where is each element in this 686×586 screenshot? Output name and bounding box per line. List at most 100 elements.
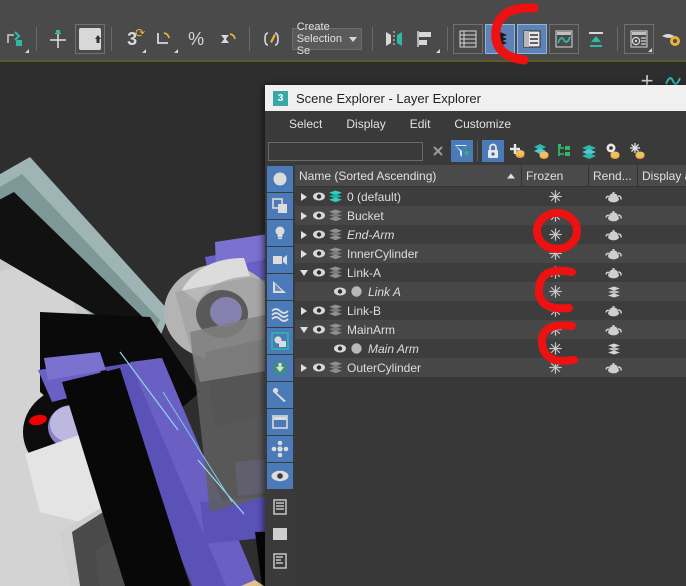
layer-explorer-list-icon[interactable] xyxy=(453,24,484,54)
row-name-cell[interactable]: MainArm xyxy=(295,320,522,339)
display-as-cell[interactable] xyxy=(638,263,686,282)
row-name-cell[interactable]: Link-A xyxy=(295,263,522,282)
search-input[interactable] xyxy=(268,141,423,161)
clear-search-icon[interactable] xyxy=(427,140,449,162)
freeze-layer-icon[interactable] xyxy=(626,140,648,162)
schematic-view-icon[interactable] xyxy=(581,24,611,54)
layers-icon[interactable] xyxy=(589,282,638,301)
groups-filter-icon[interactable] xyxy=(267,328,293,354)
align-icon[interactable] xyxy=(411,24,441,54)
teapot-icon[interactable] xyxy=(589,244,638,263)
menu-customize[interactable]: Customize xyxy=(442,114,523,134)
render-setup-icon[interactable] xyxy=(656,24,686,54)
teapot-icon[interactable] xyxy=(589,263,638,282)
chevron-right-icon[interactable] xyxy=(297,192,311,201)
xrefs-filter-icon[interactable] xyxy=(267,355,293,381)
select-and-move-icon[interactable] xyxy=(43,24,73,54)
space-warps-filter-icon[interactable] xyxy=(267,301,293,327)
set-current-layer-icon[interactable] xyxy=(578,140,600,162)
spinner-snap-icon[interactable] xyxy=(213,24,243,54)
display-as-cell[interactable] xyxy=(638,301,686,320)
eye-icon[interactable] xyxy=(311,191,327,202)
eye-icon[interactable] xyxy=(311,267,327,278)
chevron-right-icon[interactable] xyxy=(297,306,311,315)
display-as-cell[interactable] xyxy=(638,187,686,206)
geometry-filter-icon[interactable] xyxy=(267,166,293,192)
row-name-cell[interactable]: Link A xyxy=(295,282,522,301)
chevron-down-icon[interactable] xyxy=(297,326,311,333)
named-selection-icon[interactable] xyxy=(256,24,286,54)
frozen-toggle[interactable] xyxy=(522,320,589,339)
table-row[interactable]: Bucket xyxy=(295,206,686,225)
layer-list[interactable]: Name (Sorted Ascending) Frozen Rend... D… xyxy=(295,165,686,586)
shapes-filter-icon[interactable] xyxy=(267,193,293,219)
frozen-toggle[interactable] xyxy=(522,301,589,320)
display-none-icon[interactable] xyxy=(267,521,293,547)
teapot-icon[interactable] xyxy=(589,301,638,320)
eye-icon[interactable] xyxy=(311,305,327,316)
layers-icon[interactable] xyxy=(589,339,638,358)
column-display-as[interactable]: Display as xyxy=(638,165,686,186)
display-list-icon[interactable] xyxy=(267,548,293,574)
teapot-icon[interactable] xyxy=(589,187,638,206)
scene-explorer-layers-icon[interactable] xyxy=(485,24,516,54)
scene-explorer-window[interactable]: 3 Scene Explorer - Layer Explorer Select… xyxy=(265,85,686,586)
table-row[interactable]: OuterCylinder xyxy=(295,358,686,377)
three-icon[interactable]: 3 ⟳ xyxy=(117,24,147,54)
bones-filter-icon[interactable] xyxy=(267,382,293,408)
scene-explorer-titlebar[interactable]: 3 Scene Explorer - Layer Explorer xyxy=(265,85,686,111)
table-row[interactable]: Link-B xyxy=(295,301,686,320)
row-name-cell[interactable]: InnerCylinder xyxy=(295,244,522,263)
row-name-cell[interactable]: Main Arm xyxy=(295,339,522,358)
chevron-right-icon[interactable] xyxy=(297,363,311,372)
curve-editor-icon[interactable] xyxy=(549,24,580,54)
menu-select[interactable]: Select xyxy=(277,114,334,134)
row-name-cell[interactable]: OuterCylinder xyxy=(295,358,522,377)
visibility-filter-icon[interactable] xyxy=(267,463,293,489)
table-row[interactable]: MainArm xyxy=(295,320,686,339)
angle-snap-icon[interactable] xyxy=(149,24,179,54)
frozen-toggle[interactable] xyxy=(522,358,589,377)
chevron-right-icon[interactable] xyxy=(297,249,311,258)
column-renderable[interactable]: Rend... xyxy=(589,165,638,186)
table-row[interactable]: Link-A xyxy=(295,263,686,282)
eye-icon[interactable] xyxy=(311,248,327,259)
table-row[interactable]: Link A xyxy=(295,282,686,301)
display-as-cell[interactable] xyxy=(638,206,686,225)
frozen-toggle[interactable] xyxy=(522,339,589,358)
layer-explorer-icon[interactable] xyxy=(517,24,548,54)
add-layer-icon[interactable] xyxy=(506,140,528,162)
frozen-toggle[interactable] xyxy=(522,282,589,301)
mirror-icon[interactable] xyxy=(379,24,409,54)
eye-icon[interactable] xyxy=(311,324,327,335)
select-layer-children-icon[interactable] xyxy=(554,140,576,162)
display-as-cell[interactable] xyxy=(638,244,686,263)
chevron-right-icon[interactable] xyxy=(297,211,311,220)
eye-icon[interactable] xyxy=(311,210,327,221)
row-name-cell[interactable]: Bucket xyxy=(295,206,522,225)
select-object-icon[interactable] xyxy=(74,24,105,54)
teapot-icon[interactable] xyxy=(589,225,638,244)
lights-filter-icon[interactable] xyxy=(267,220,293,246)
helpers-filter-icon[interactable] xyxy=(267,274,293,300)
display-as-cell[interactable] xyxy=(638,225,686,244)
row-name-cell[interactable]: 0 (default) xyxy=(295,187,522,206)
select-and-link-icon[interactable] xyxy=(0,24,30,54)
eye-icon[interactable] xyxy=(332,286,348,297)
containers-filter-icon[interactable] xyxy=(267,409,293,435)
menu-edit[interactable]: Edit xyxy=(398,114,443,134)
chevron-right-icon[interactable] xyxy=(297,230,311,239)
row-name-cell[interactable]: Link-B xyxy=(295,301,522,320)
column-name[interactable]: Name (Sorted Ascending) xyxy=(295,165,522,186)
frozen-toggle[interactable] xyxy=(522,187,589,206)
table-row[interactable]: InnerCylinder xyxy=(295,244,686,263)
frozen-toggle[interactable] xyxy=(522,225,589,244)
teapot-icon[interactable] xyxy=(589,206,638,225)
particles-filter-icon[interactable] xyxy=(267,436,293,462)
add-selection-to-layer-icon[interactable] xyxy=(530,140,552,162)
advanced-filter-icon[interactable] xyxy=(267,579,293,586)
table-row[interactable]: Main Arm xyxy=(295,339,686,358)
display-as-cell[interactable] xyxy=(638,339,686,358)
display-as-cell[interactable] xyxy=(638,358,686,377)
teapot-icon[interactable] xyxy=(589,320,638,339)
